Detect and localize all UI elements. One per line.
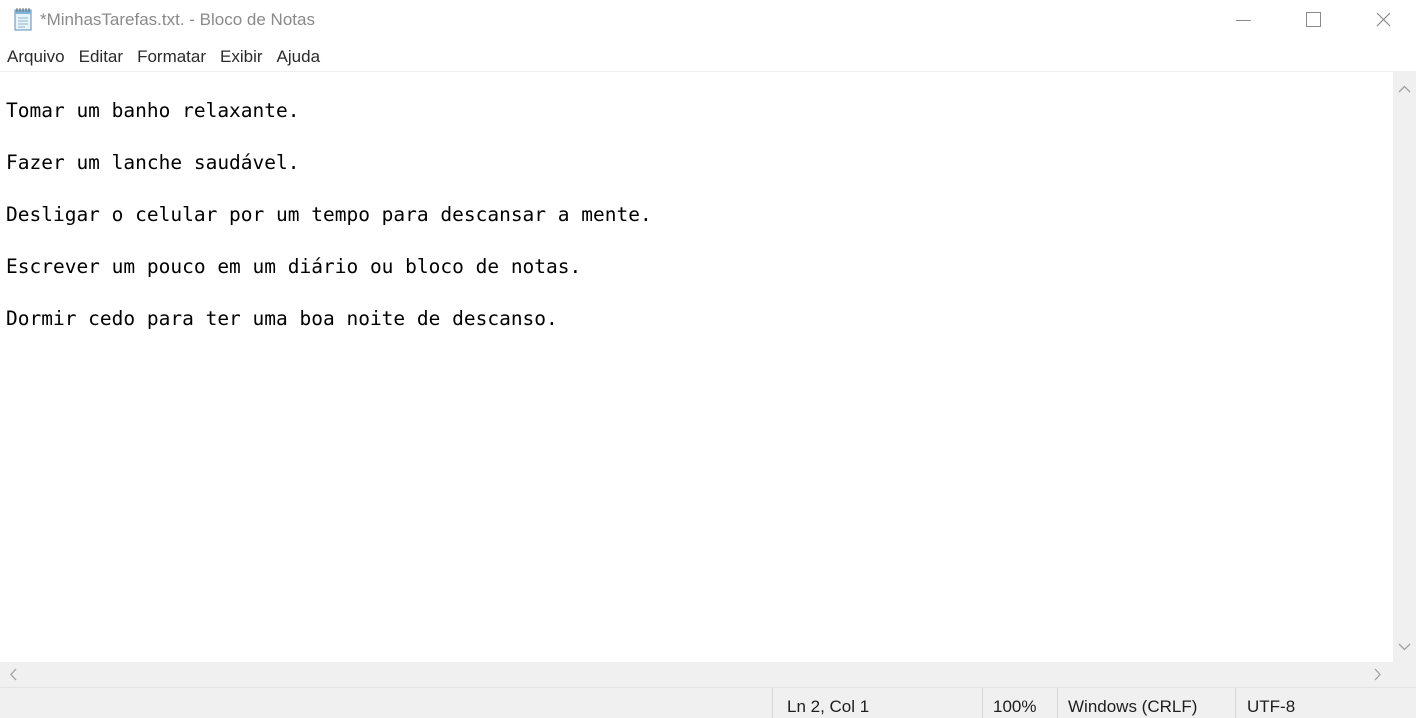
notepad-window: *MinhasTarefas.txt. - Bloco de Notas Arq… <box>0 0 1416 718</box>
menu-formatar[interactable]: Formatar <box>130 44 213 70</box>
window-title: *MinhasTarefas.txt. - Bloco de Notas <box>40 10 315 29</box>
scroll-up-icon[interactable] <box>1393 79 1416 99</box>
horizontal-scrollbar[interactable] <box>0 662 1393 687</box>
text-line[interactable]: Escrever um pouco em um diário ou bloco … <box>6 256 652 308</box>
maximize-icon <box>1306 12 1321 27</box>
maximize-button[interactable] <box>1278 0 1348 40</box>
vertical-scrollbar[interactable] <box>1393 71 1416 662</box>
text-line[interactable]: Dormir cedo para ter uma boa noite de de… <box>6 308 652 360</box>
scroll-down-icon[interactable] <box>1393 637 1416 657</box>
scrollbar-corner <box>1393 662 1416 687</box>
menu-bar: Arquivo Editar Formatar Exibir Ajuda <box>0 44 1416 70</box>
close-button[interactable] <box>1348 0 1416 40</box>
text-line[interactable]: Fazer um lanche saudável. <box>6 152 652 204</box>
menu-arquivo[interactable]: Arquivo <box>0 44 72 70</box>
text-content: Tomar um banho relaxante. Fazer um lanch… <box>6 100 652 360</box>
text-line[interactable]: Tomar um banho relaxante. <box>6 100 652 152</box>
line-ending: Windows (CRLF) <box>1057 688 1235 718</box>
minimize-icon <box>1236 20 1251 21</box>
text-line[interactable]: Desligar o celular por um tempo para des… <box>6 204 652 256</box>
menu-editar[interactable]: Editar <box>72 44 130 70</box>
menu-exibir[interactable]: Exibir <box>213 44 270 70</box>
zoom-level: 100% <box>982 688 1058 718</box>
cursor-position: Ln 2, Col 1 <box>772 688 982 718</box>
encoding: UTF-8 <box>1235 688 1416 718</box>
scroll-left-icon[interactable] <box>4 662 24 687</box>
text-editor[interactable]: Tomar um banho relaxante. Fazer um lanch… <box>0 71 1393 663</box>
menu-ajuda[interactable]: Ajuda <box>270 44 327 70</box>
close-icon <box>1376 12 1391 27</box>
scroll-right-icon[interactable] <box>1368 662 1388 687</box>
notepad-icon <box>12 7 34 31</box>
minimize-button[interactable] <box>1208 0 1278 40</box>
title-bar[interactable]: *MinhasTarefas.txt. - Bloco de Notas <box>0 0 1416 40</box>
status-bar: Ln 2, Col 1 100% Windows (CRLF) UTF-8 <box>0 687 1416 718</box>
